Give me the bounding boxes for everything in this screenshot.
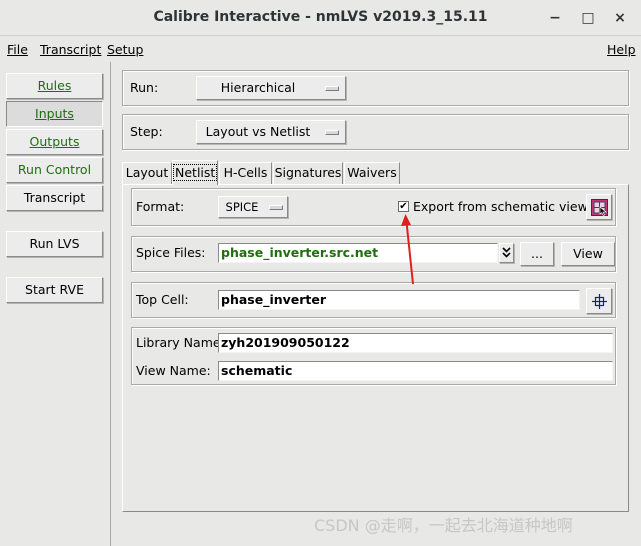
menu-bar: File Transcript Setup Help [0,37,641,61]
cell-browser-button[interactable] [586,288,612,314]
option-indicator-icon [325,130,339,135]
start-rve-button[interactable]: Start RVE [6,277,103,303]
annotation-arrow-icon [401,214,414,285]
nav-rules-button[interactable]: Rules [6,73,103,99]
menu-file-label: File [7,42,28,57]
step-select[interactable]: Layout vs Netlist [196,120,346,144]
tab-waivers[interactable]: Waivers [344,162,400,184]
menu-help-label: Help [607,42,636,57]
top-cell-input[interactable]: phase_inverter [218,290,580,310]
close-icon[interactable]: × [611,9,629,27]
watermark: CSDN @走啊，一起去北海道种地啊 [314,516,573,535]
nav-inputs-label: Inputs [35,106,74,121]
hierarchy-icon [592,294,607,309]
top-cell-label: Top Cell: [136,292,189,307]
menu-file[interactable]: File [7,41,28,59]
option-indicator-icon [325,86,339,91]
tab-netlist[interactable]: Netlist [172,160,218,185]
tab-h-cells[interactable]: H-Cells [219,162,272,184]
menu-setup-label: Setup [107,42,144,57]
title-bar: Calibre Interactive - nmLVS v2019.3_15.1… [0,0,641,36]
nav-run-control-label: Run Control [17,162,92,177]
option-indicator-icon [269,205,283,210]
nav-run-control-button[interactable]: Run Control [6,157,103,183]
export-label: Export from schematic viewer [413,199,601,214]
schematic-viewer-icon [591,199,608,216]
run-lvs-label: Run LVS [29,236,80,251]
format-label: Format: [136,199,185,214]
nav-outputs-label: Outputs [29,134,80,149]
tab-h-cells-label: H-Cells [223,165,268,180]
tab-netlist-label: Netlist [173,164,218,181]
step-label: Step: [130,124,163,139]
tab-layout[interactable]: Layout [122,162,172,184]
browse-button[interactable]: ... [520,242,554,266]
start-rve-label: Start RVE [25,282,84,297]
nav-rules-label: Rules [37,78,72,93]
tab-waivers-label: Waivers [347,165,397,180]
view-button[interactable]: View [561,242,615,266]
spice-files-history-button[interactable] [499,243,514,263]
tab-signatures[interactable]: Signatures [273,162,343,184]
maximize-icon[interactable]: □ [579,9,597,27]
menu-help[interactable]: Help [607,41,636,59]
library-name-label: Library Name: [136,335,225,350]
nav-transcript-label: Transcript [23,190,86,205]
nav-inputs-button[interactable]: Inputs [6,101,103,127]
run-label: Run: [130,80,159,95]
schematic-viewer-button[interactable] [586,194,612,220]
spice-files-input[interactable]: phase_inverter.src.net [218,243,498,263]
menu-transcript[interactable]: Transcript [40,41,101,59]
library-name-input[interactable]: zyh201909050122 [218,333,613,353]
run-lvs-button[interactable]: Run LVS [6,231,103,257]
run-mode-select[interactable]: Hierarchical [196,76,346,100]
window-title: Calibre Interactive - nmLVS v2019.3_15.1… [153,9,488,25]
step-value: Layout vs Netlist [205,124,311,139]
minimize-icon[interactable]: − [546,9,564,27]
double-chevron-down-icon [502,247,511,258]
view-name-label: View Name: [136,363,211,378]
tab-layout-label: Layout [125,165,169,180]
view-name-input[interactable]: schematic [218,361,613,381]
menu-setup[interactable]: Setup [107,41,143,59]
tab-signatures-label: Signatures [274,165,342,180]
run-mode-value: Hierarchical [220,80,296,95]
spice-files-label: Spice Files: [136,245,206,260]
format-select[interactable]: SPICE [218,196,288,218]
nav-outputs-button[interactable]: Outputs [6,129,103,155]
menu-transcript-label: Transcript [40,42,102,57]
format-value: SPICE [225,200,259,214]
nav-transcript-button[interactable]: Transcript [6,185,103,211]
